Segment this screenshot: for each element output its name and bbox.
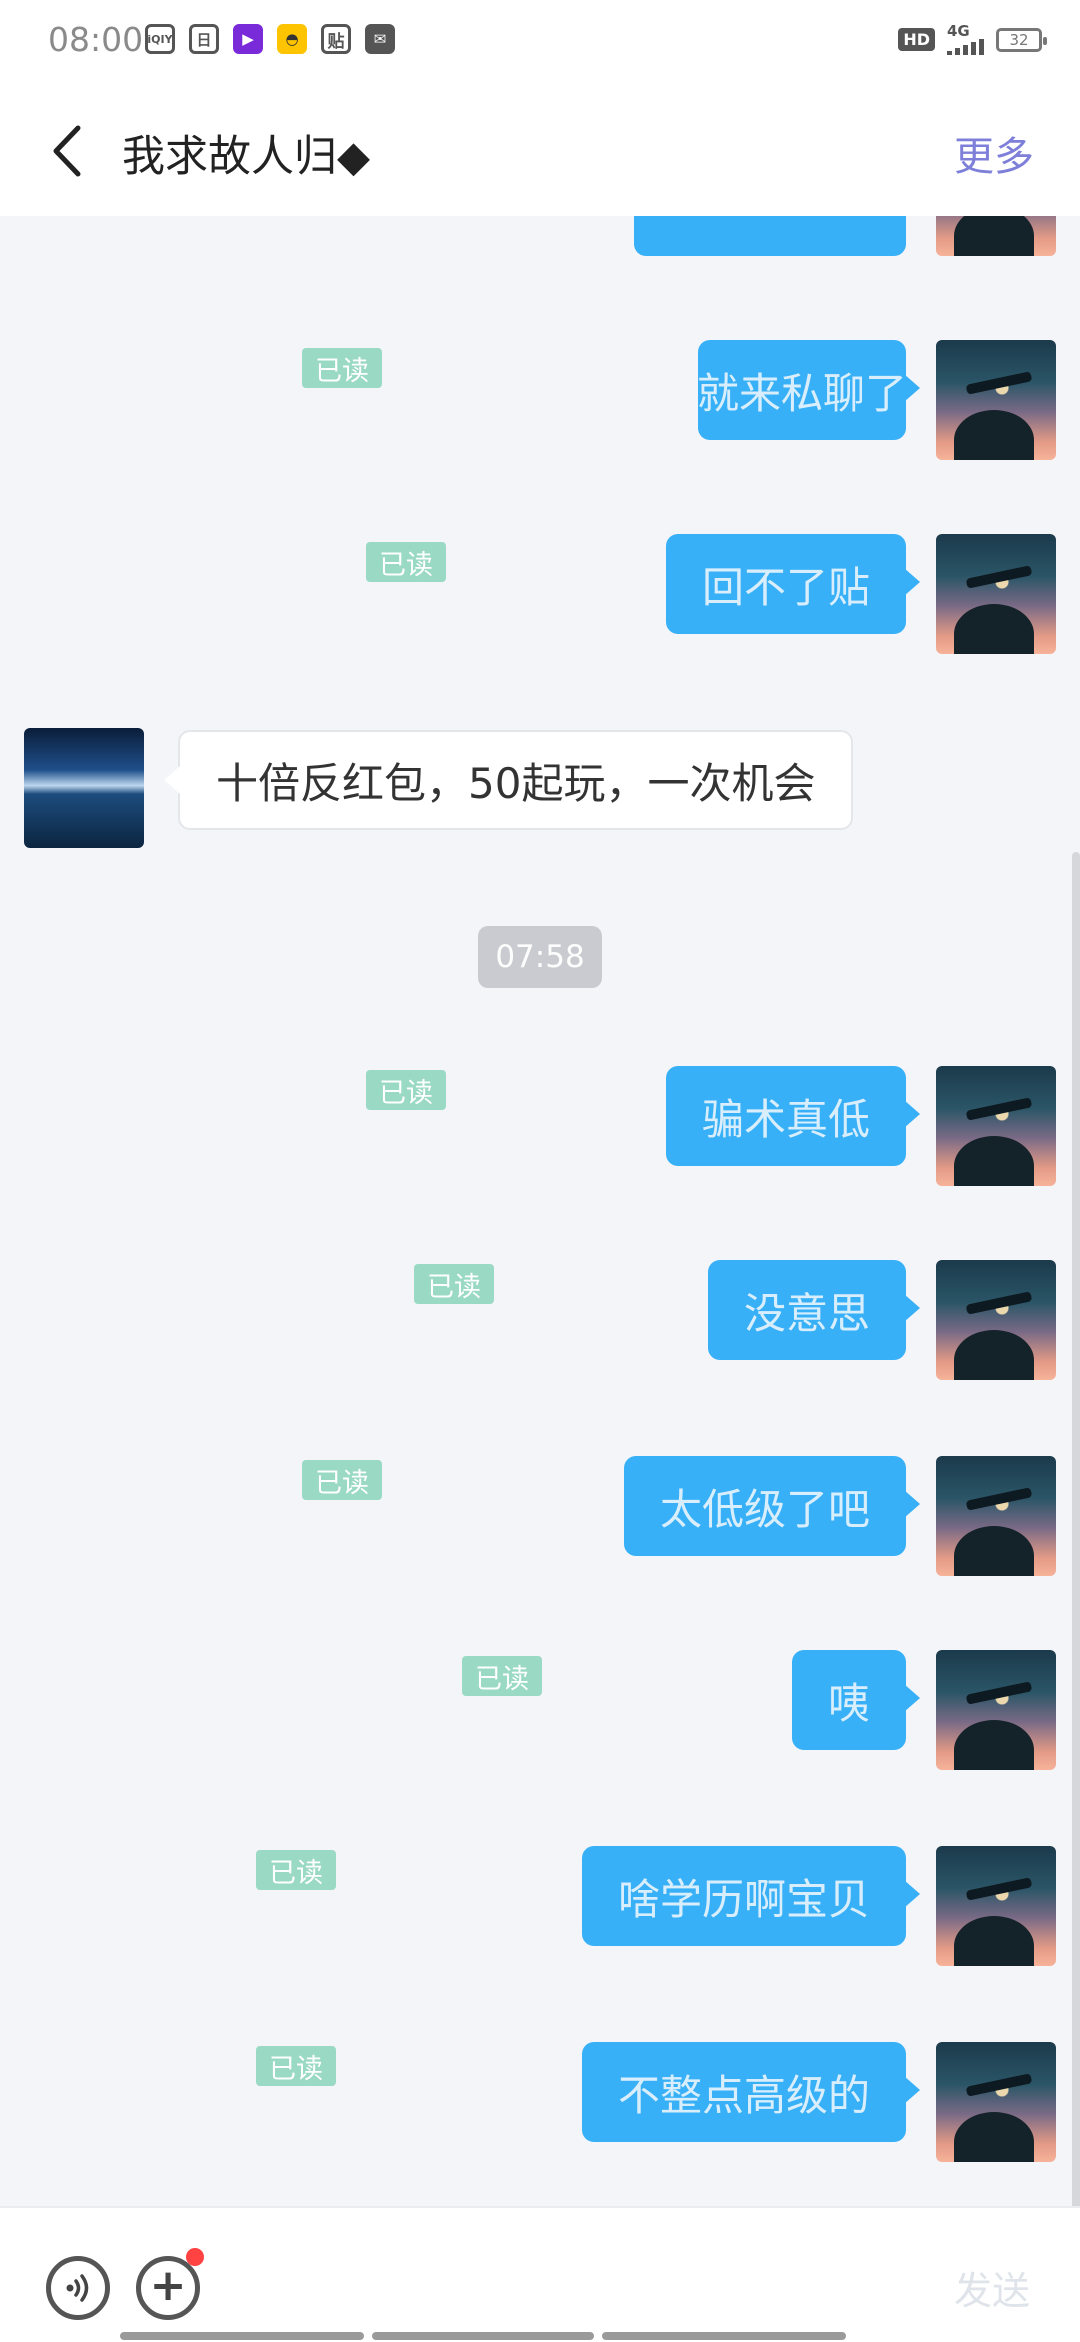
voice-icon [66, 2274, 89, 2302]
message-bubble[interactable]: 太低级了吧 [623, 1456, 921, 1556]
my-avatar[interactable] [936, 340, 1056, 460]
status-app-icons: iQIY 日 ▶ ◓ 贴 ✉ [145, 24, 395, 54]
scrollbar[interactable] [1072, 852, 1080, 2216]
car-icon: ◓ [277, 24, 307, 54]
message-bubble-partial[interactable] [634, 216, 920, 256]
calendar-icon: 日 [189, 24, 219, 54]
read-badge: 已读 [256, 1850, 336, 1890]
battery-level: 32 [1009, 30, 1029, 49]
iqiyi-icon: iQIY [145, 24, 175, 54]
read-badge: 已读 [366, 542, 446, 582]
more-button[interactable]: 更多 [954, 124, 1034, 182]
my-avatar[interactable] [936, 1650, 1056, 1770]
message-bubble-incoming[interactable]: 十倍反红包，50起玩，一次机会 [163, 730, 854, 830]
contact-avatar[interactable] [24, 728, 144, 848]
message-bubble[interactable]: 咦 [791, 1650, 921, 1750]
voice-button[interactable] [46, 2256, 110, 2320]
message-bubble[interactable]: 没意思 [707, 1260, 921, 1360]
read-badge: 已读 [366, 1070, 446, 1110]
my-avatar[interactable] [936, 2042, 1056, 2162]
my-avatar[interactable] [936, 534, 1056, 654]
read-badge: 已读 [302, 1460, 382, 1500]
tieba-icon: 贴 [321, 24, 351, 54]
network-label: 4G [947, 22, 970, 40]
message-list[interactable]: 已读 就来私聊了 已读 回不了贴 十倍反红包，50起玩，一次机会 07:58 已… [0, 216, 1080, 2216]
timestamp: 07:58 [478, 926, 602, 988]
message-bubble[interactable]: 不整点高级的 [581, 2042, 921, 2142]
status-bar: 08:00 iQIY 日 ▶ ◓ 贴 ✉ HD 4G 32 [0, 0, 1080, 84]
back-arrow-icon[interactable] [50, 124, 84, 178]
plus-icon: + [149, 2260, 187, 2311]
input-bar: + 发送 [0, 2206, 1080, 2342]
read-badge: 已读 [256, 2046, 336, 2086]
message-bubble[interactable]: 就来私聊了 [697, 340, 920, 440]
message-bubble[interactable]: 回不了贴 [665, 534, 921, 634]
battery-icon: 32 [996, 27, 1047, 52]
my-avatar[interactable] [936, 1066, 1056, 1186]
send-button[interactable]: 发送 [954, 2260, 1030, 2315]
my-avatar[interactable] [936, 1846, 1056, 1966]
my-avatar[interactable] [936, 216, 1056, 256]
message-bubble[interactable]: 啥学历啊宝贝 [581, 1846, 921, 1946]
notification-dot [186, 2248, 204, 2266]
plus-button[interactable]: + [136, 2256, 200, 2320]
message-bubble[interactable]: 骗术真低 [665, 1066, 921, 1166]
status-time: 08:00 [48, 20, 144, 59]
chat-title: 我求故人归◆ [122, 132, 371, 182]
gesture-bar [120, 2332, 846, 2340]
message-icon: ✉ [365, 24, 395, 54]
video-icon: ▶ [233, 24, 263, 54]
my-avatar[interactable] [936, 1260, 1056, 1380]
signal-icon: 4G [947, 24, 984, 55]
read-badge: 已读 [302, 348, 382, 388]
chat-header: 我求故人归◆ 更多 [0, 84, 1080, 216]
hd-badge: HD [898, 28, 935, 51]
read-badge: 已读 [414, 1264, 494, 1304]
read-badge: 已读 [462, 1656, 542, 1696]
status-indicators: HD 4G 32 [898, 24, 1047, 55]
my-avatar[interactable] [936, 1456, 1056, 1576]
